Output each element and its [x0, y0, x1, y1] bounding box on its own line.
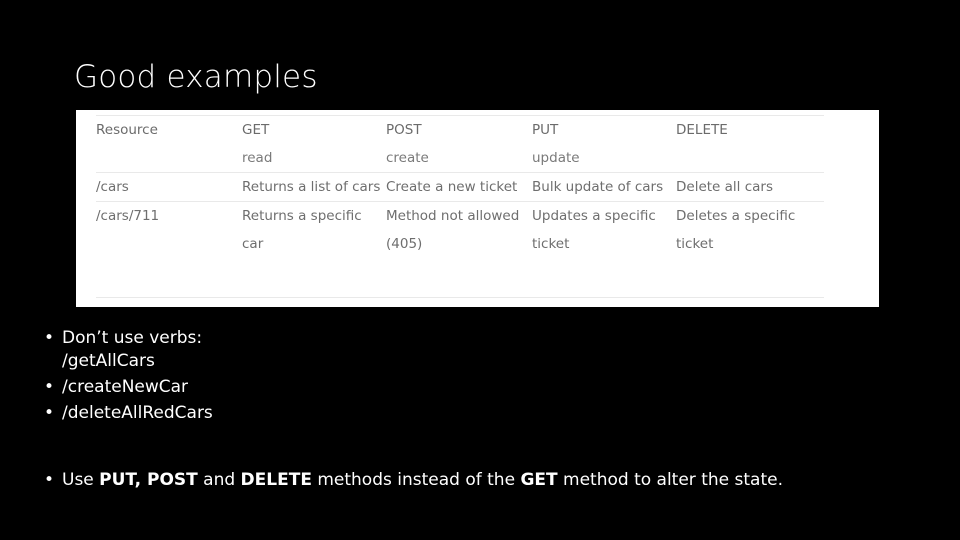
- api-table-wrapper: Resource GET read POST create PUT: [96, 115, 824, 258]
- summary-part1: Use: [62, 470, 99, 490]
- column-header-post-sub: create: [386, 144, 532, 172]
- column-header-delete-sub: [676, 144, 824, 172]
- api-table-card: Resource GET read POST create PUT: [76, 110, 879, 307]
- column-header-delete-label: DELETE: [676, 122, 728, 138]
- summary-list-item: • Use PUT, POST and DELETE methods instea…: [36, 468, 960, 492]
- bullet-marker-icon: •: [44, 376, 54, 399]
- cell-post: Create a new ticket: [386, 173, 532, 202]
- column-header-resource-label: Resource: [96, 122, 158, 138]
- list-item-line2: /getAllCars: [62, 350, 596, 373]
- cell-resource: /cars: [96, 173, 242, 202]
- list-item-line1: /createNewCar: [62, 377, 188, 397]
- cell-put: Updates a specific ticket: [532, 202, 676, 259]
- column-header-put-sub: update: [532, 144, 676, 172]
- column-header-get-sub: read: [242, 144, 386, 172]
- cell-delete: Deletes a specific ticket: [676, 202, 824, 259]
- list-item-line1: Don’t use verbs:: [62, 328, 202, 348]
- table-row: /cars Returns a list of cars Create a ne…: [96, 173, 824, 202]
- list-item-line1: /deleteAllRedCars: [62, 403, 213, 423]
- summary-part3: methods instead of the: [312, 470, 521, 490]
- table-bottom-rule: [96, 297, 824, 298]
- summary-part2: and: [198, 470, 241, 490]
- column-header-post: POST create: [386, 116, 532, 173]
- cell-delete: Delete all cars: [676, 173, 824, 202]
- column-header-resource: Resource: [96, 116, 242, 173]
- column-header-resource-sub: [96, 144, 242, 172]
- table-header-row: Resource GET read POST create PUT: [96, 116, 824, 173]
- slide-canvas: Good examples Resource: [0, 0, 960, 540]
- page-title: Good examples: [74, 57, 318, 97]
- list-item: • Don’t use verbs: /getAllCars: [36, 327, 596, 373]
- cell-get: Returns a specific car: [242, 202, 386, 259]
- list-item: • /deleteAllRedCars: [36, 402, 596, 425]
- column-header-get-label: GET: [242, 122, 269, 138]
- list-item: • /createNewCar: [36, 376, 596, 399]
- column-header-put: PUT update: [532, 116, 676, 173]
- summary-part4: method to alter the state.: [558, 470, 783, 490]
- summary-bold-delete: DELETE: [241, 470, 312, 490]
- column-header-post-label: POST: [386, 122, 422, 138]
- bullet-list: • Don’t use verbs: /getAllCars • /create…: [36, 327, 596, 428]
- cell-post: Method not allowed (405): [386, 202, 532, 259]
- bullet-marker-icon: •: [44, 327, 54, 350]
- column-header-put-label: PUT: [532, 122, 558, 138]
- cell-resource: /cars/711: [96, 202, 242, 259]
- bullet-marker-icon: •: [44, 468, 54, 492]
- cell-get: Returns a list of cars: [242, 173, 386, 202]
- column-header-delete: DELETE: [676, 116, 824, 173]
- column-header-get: GET read: [242, 116, 386, 173]
- cell-put: Bulk update of cars: [532, 173, 676, 202]
- summary-bold-get: GET: [520, 470, 557, 490]
- summary-bold-put-post: PUT, POST: [99, 470, 198, 490]
- bullet-marker-icon: •: [44, 402, 54, 425]
- api-methods-table: Resource GET read POST create PUT: [96, 115, 824, 258]
- table-row: /cars/711 Returns a specific car Method …: [96, 202, 824, 259]
